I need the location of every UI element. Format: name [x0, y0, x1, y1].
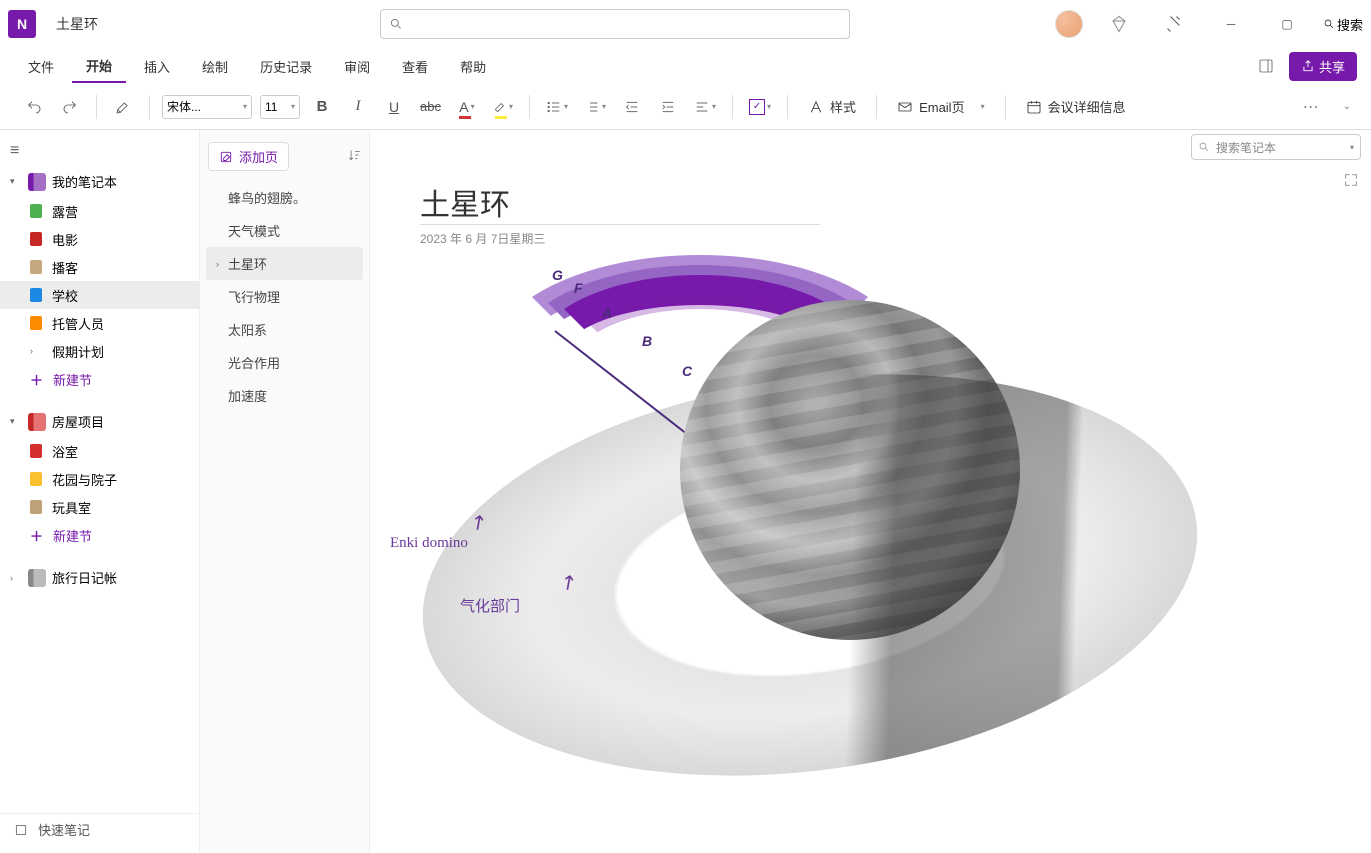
quick-notes-button[interactable]: 快速笔记 [0, 813, 199, 845]
section-item[interactable]: 播客 [0, 253, 199, 281]
font-color-button[interactable]: A▾ [453, 93, 481, 121]
page-item[interactable]: 光合作用 [206, 346, 363, 379]
notebook-item[interactable]: › 旅行日记帐 [0, 562, 199, 593]
chevron-right-icon: › [10, 573, 22, 583]
strikethrough-button[interactable]: abc [416, 93, 445, 121]
section-item[interactable]: 电影 [0, 225, 199, 253]
add-section-button[interactable]: ＋新建节 [0, 365, 199, 394]
section-item[interactable]: 玩具室 [0, 493, 199, 521]
annotation-label: 气化部门 [460, 595, 520, 616]
email-page-button[interactable]: Email页▾ [889, 93, 993, 121]
pages-panel: 添加页 蜂鸟的翅膀。 天气模式 ›土星环 飞行物理 太阳系 光合作用 加速度 [200, 130, 370, 853]
styles-icon [808, 99, 824, 115]
sparkle-icon[interactable] [1155, 9, 1195, 39]
format-painter-button[interactable] [109, 93, 137, 121]
annotation-label: Enki domino [390, 535, 468, 552]
add-page-button[interactable]: 添加页 [208, 142, 289, 171]
notebook-item[interactable]: ▾ 房屋项目 [0, 406, 199, 437]
search-small-icon [1323, 18, 1335, 30]
font-size-select[interactable]: 11▾ [260, 95, 300, 119]
tab-insert[interactable]: 插入 [130, 51, 184, 82]
italic-button[interactable]: I [344, 93, 372, 121]
section-item[interactable]: 托管人员 [0, 309, 199, 337]
notebook-icon [28, 173, 46, 191]
section-item[interactable]: 浴室 [0, 437, 199, 465]
section-group-item[interactable]: ›假期计划 [0, 337, 199, 365]
number-list-button[interactable]: ▾ [580, 93, 610, 121]
notebook-item[interactable]: ▾ 我的笔记本 [0, 166, 199, 197]
app-icon: N [8, 10, 36, 38]
page-item[interactable]: 加速度 [206, 379, 363, 412]
section-item[interactable]: 露营 [0, 197, 199, 225]
page-item[interactable]: ›土星环 [206, 247, 363, 280]
underline-button[interactable]: U [380, 93, 408, 121]
undo-button[interactable] [20, 93, 48, 121]
edit-icon [219, 150, 233, 164]
title-underline [420, 224, 820, 225]
mail-icon [897, 99, 913, 115]
page-item[interactable]: 太阳系 [206, 313, 363, 346]
hamburger-button[interactable]: ≡ [0, 136, 199, 166]
add-section-button[interactable]: ＋新建节 [0, 521, 199, 550]
styles-button[interactable]: 样式 [800, 93, 864, 121]
tab-home[interactable]: 开始 [72, 50, 126, 83]
avatar[interactable] [1055, 10, 1083, 38]
note-icon [14, 823, 28, 837]
indent-button[interactable] [654, 93, 682, 121]
toolbar: 宋体...▾ 11▾ B I U abc A▾ ▾ ▾ ▾ ▾ ✓▾ 样式 Em… [0, 84, 1371, 130]
search-box[interactable] [380, 9, 850, 39]
sort-pages-button[interactable] [347, 148, 361, 165]
chevron-down-icon: ▾ [1350, 143, 1354, 152]
page-title[interactable]: 土星环 [420, 180, 510, 224]
share-icon [1301, 59, 1315, 73]
fullscreen-button[interactable] [1343, 172, 1359, 193]
section-item[interactable]: 学校 [0, 281, 199, 309]
tab-draw[interactable]: 绘制 [188, 51, 242, 82]
document-title: 土星环 [56, 14, 98, 34]
tab-view[interactable]: 查看 [388, 51, 442, 82]
ribbon-expand-button[interactable]: ⌄ [1343, 101, 1351, 112]
maximize-button[interactable]: ▢ [1267, 9, 1307, 39]
page-date: 2023 年 6 月 7日星期三 [420, 230, 545, 247]
ribbon-tabs: 文件 开始 插入 绘制 历史记录 审阅 查看 帮助 共享 [0, 48, 1371, 84]
meeting-details-button[interactable]: 会议详细信息 [1018, 93, 1134, 121]
redo-button[interactable] [56, 93, 84, 121]
search-notebook-input[interactable]: 搜索笔记本 ▾ [1191, 134, 1361, 160]
chevron-down-icon: ▾ [10, 416, 22, 427]
feed-pane-button[interactable] [1253, 53, 1279, 79]
saturn-illustration: G F A B C D ↗ Enki domino ↗ 气化部门 [400, 260, 1220, 820]
todo-tag-button[interactable]: ✓▾ [745, 93, 775, 121]
outdent-button[interactable] [618, 93, 646, 121]
search-label[interactable]: 搜索 [1337, 15, 1363, 34]
diamond-icon [1110, 15, 1128, 33]
search-icon [1198, 141, 1210, 153]
page-item[interactable]: 蜂鸟的翅膀。 [206, 181, 363, 214]
notebook-sidebar: ≡ ▾ 我的笔记本 露营 电影 播客 学校 托管人员 ›假期计划 ＋新建节 ▾ … [0, 130, 200, 853]
notebook-icon [28, 413, 46, 431]
titlebar: N 土星环 ─ ▢ 搜索 [0, 0, 1371, 48]
section-item[interactable]: 花园与院子 [0, 465, 199, 493]
chevron-down-icon: ▾ [10, 176, 22, 187]
notebook-icon [28, 569, 46, 587]
tab-help[interactable]: 帮助 [446, 51, 500, 82]
minimize-button[interactable]: ─ [1211, 9, 1251, 39]
premium-icon[interactable] [1099, 9, 1139, 39]
highlight-button[interactable]: ▾ [489, 93, 517, 121]
calendar-icon [1026, 99, 1042, 115]
page-item[interactable]: 天气模式 [206, 214, 363, 247]
page-canvas[interactable]: 搜索笔记本 ▾ 土星环 2023 年 6 月 7日星期三 G F A B C D… [370, 130, 1371, 853]
more-commands-button[interactable]: ⋯ [1303, 97, 1319, 117]
font-name-select[interactable]: 宋体...▾ [162, 95, 252, 119]
search-icon [389, 17, 403, 31]
bullet-list-button[interactable]: ▾ [542, 93, 572, 121]
bold-button[interactable]: B [308, 93, 336, 121]
tab-file[interactable]: 文件 [14, 51, 68, 82]
page-item[interactable]: 飞行物理 [206, 280, 363, 313]
share-button[interactable]: 共享 [1289, 52, 1357, 81]
align-button[interactable]: ▾ [690, 93, 720, 121]
tab-history[interactable]: 历史记录 [246, 51, 326, 82]
tab-review[interactable]: 审阅 [330, 51, 384, 82]
